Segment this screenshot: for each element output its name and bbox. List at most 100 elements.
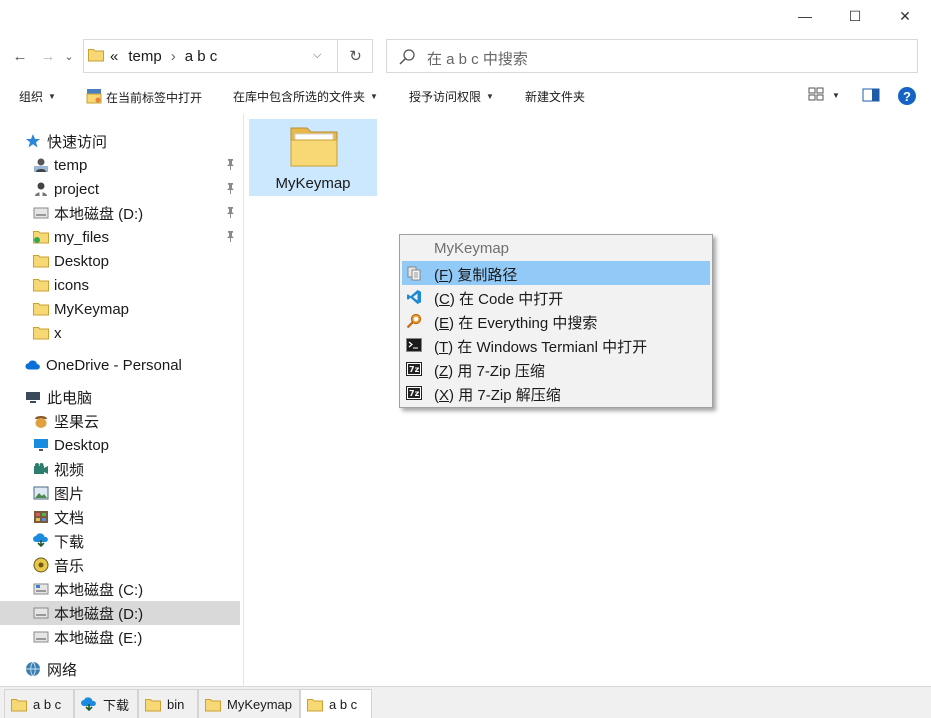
- sidebar-item-label: 本地磁盘 (D:): [54, 205, 144, 223]
- new-folder-button[interactable]: 新建文件夹: [525, 88, 585, 105]
- 7zip-icon: 7z: [405, 360, 423, 378]
- sidebar-item-mykeymap[interactable]: MyKeymap: [0, 297, 240, 321]
- sidebar-item-x[interactable]: x: [0, 321, 240, 345]
- drive-icon: [33, 605, 49, 621]
- folder-icon: [33, 325, 49, 341]
- breadcrumb-abc[interactable]: a b c: [185, 48, 218, 65]
- sidebar-item-my-files[interactable]: my_files: [0, 225, 240, 249]
- synced-folder-icon: [33, 229, 49, 245]
- sidebar-item-label: OneDrive - Personal: [46, 356, 182, 374]
- address-bar[interactable]: « temp › a b c ⌵ ↻: [83, 39, 373, 73]
- search-input[interactable]: 在 a b c 中搜索: [386, 39, 918, 73]
- desktop-icon: [33, 437, 49, 453]
- sidebar-item-drive-d-pinned[interactable]: 本地磁盘 (D:): [0, 201, 240, 225]
- video-icon: [33, 461, 49, 477]
- breadcrumb-separator[interactable]: ›: [171, 48, 176, 65]
- include-in-library-button[interactable]: 在库中包含所选的文件夹 ▼: [233, 88, 378, 105]
- computer-icon: [25, 389, 41, 405]
- menu-item-everything-search[interactable]: (E) 在 Everything 中搜索: [402, 309, 710, 333]
- pin-icon: [226, 207, 235, 221]
- organize-button[interactable]: 组织 ▼: [19, 88, 56, 105]
- breadcrumb-overflow[interactable]: «: [110, 48, 118, 65]
- sidebar-item-icons[interactable]: icons: [0, 273, 240, 297]
- refresh-icon: ↻: [349, 48, 362, 65]
- menu-item-7zip-extract[interactable]: 7z (X) 用 7-Zip 解压缩: [402, 381, 710, 405]
- terminal-icon: [405, 336, 423, 354]
- close-button[interactable]: ✕: [882, 0, 928, 32]
- tab-label: a b c: [33, 697, 62, 712]
- maximize-button[interactable]: ☐: [832, 0, 878, 32]
- everything-search-icon: [405, 312, 423, 330]
- user-folder-icon: [33, 181, 49, 197]
- sidebar-item-drive-c[interactable]: 本地磁盘 (C:): [0, 577, 240, 601]
- sidebar-item-downloads[interactable]: 下载: [0, 529, 240, 553]
- picture-icon: [33, 485, 49, 501]
- menu-item-label: (Z) 用 7-Zip 压缩: [434, 363, 545, 380]
- sidebar-item-label: 此电脑: [47, 389, 93, 407]
- back-button[interactable]: ←: [10, 44, 30, 68]
- sidebar-item-pictures[interactable]: 图片: [0, 481, 240, 505]
- grant-access-button[interactable]: 授予访问权限 ▼: [409, 88, 494, 105]
- sidebar-item-jianguoyun[interactable]: 坚果云: [0, 409, 240, 433]
- sidebar-item-videos[interactable]: 视频: [0, 457, 240, 481]
- sidebar-item-drive-e[interactable]: 本地磁盘 (E:): [0, 625, 240, 649]
- menu-item-label: (F) 复制路径: [434, 267, 518, 284]
- help-icon: ?: [898, 87, 916, 105]
- tab-bin[interactable]: bin: [138, 689, 198, 718]
- sidebar-item-this-pc[interactable]: 此电脑: [0, 385, 240, 409]
- folder-item-mykeymap[interactable]: MyKeymap: [249, 119, 377, 196]
- sidebar-item-label: 图片: [54, 485, 85, 503]
- address-dropdown-icon[interactable]: ⌵: [313, 49, 321, 62]
- navigation-pane[interactable]: 快速访问 temp project 本地磁盘 (D:) my_files Des…: [0, 114, 244, 686]
- sidebar-item-desktop[interactable]: Desktop: [0, 433, 240, 457]
- sidebar-label: 快速访问: [47, 133, 108, 151]
- folder-name: MyKeymap: [275, 175, 351, 192]
- minimize-button[interactable]: —: [782, 0, 828, 32]
- sidebar-item-drive-d[interactable]: 本地磁盘 (D:): [0, 601, 240, 625]
- refresh-button[interactable]: ↻: [337, 40, 373, 72]
- document-icon: [33, 509, 49, 525]
- pin-icon: [226, 159, 235, 173]
- download-icon: [81, 696, 97, 713]
- sidebar-item-label: 下载: [54, 533, 85, 551]
- search-placeholder: 在 a b c 中搜索: [427, 51, 528, 68]
- sidebar-item-music[interactable]: 音乐: [0, 553, 240, 577]
- preview-pane-button[interactable]: [862, 88, 880, 105]
- sidebar-item-desktop-quick[interactable]: Desktop: [0, 249, 240, 273]
- drive-icon: [33, 205, 49, 221]
- folder-icon: [33, 277, 49, 293]
- maximize-icon: ☐: [848, 7, 862, 24]
- view-grid-icon: [808, 87, 824, 104]
- caret-down-icon: ▼: [832, 91, 840, 100]
- open-in-tab-button[interactable]: 在当前标签中打开: [86, 88, 202, 107]
- menu-item-7zip-compress[interactable]: 7z (Z) 用 7-Zip 压缩: [402, 357, 710, 381]
- caret-down-icon: ▼: [486, 92, 494, 101]
- tab-mykeymap[interactable]: MyKeymap: [198, 689, 300, 718]
- menu-item-open-in-terminal[interactable]: (T) 在 Windows Termianl 中打开: [402, 333, 710, 357]
- context-menu: MyKeymap (F) 复制路径 (C) 在 Code 中打开 (E) 在 E…: [399, 234, 713, 408]
- view-options-button[interactable]: ▼: [808, 87, 840, 104]
- 7zip-icon: 7z: [405, 384, 423, 402]
- recent-locations-button[interactable]: ⌄: [62, 44, 76, 68]
- folder-icon: [145, 697, 161, 713]
- sidebar-item-network[interactable]: 网络: [0, 657, 240, 681]
- network-globe-icon: [25, 661, 41, 677]
- sidebar-item-temp[interactable]: temp: [0, 153, 240, 177]
- sidebar-item-onedrive[interactable]: OneDrive - Personal: [0, 353, 240, 377]
- organize-label: 组织: [19, 90, 44, 104]
- tab-abc-1[interactable]: a b c: [4, 689, 74, 718]
- tab-downloads[interactable]: 下载: [74, 689, 138, 718]
- breadcrumb-temp[interactable]: temp: [128, 48, 161, 65]
- menu-item-copy-path[interactable]: (F) 复制路径: [402, 261, 710, 285]
- sidebar-item-label: 音乐: [54, 557, 85, 575]
- tab-abc-active[interactable]: a b c: [300, 689, 372, 718]
- menu-item-open-in-code[interactable]: (C) 在 Code 中打开: [402, 285, 710, 309]
- sidebar-item-project[interactable]: project: [0, 177, 240, 201]
- help-button[interactable]: ?: [898, 87, 916, 105]
- folder-icon: [307, 697, 323, 713]
- menu-item-label: (X) 用 7-Zip 解压缩: [434, 387, 561, 404]
- forward-button[interactable]: →: [38, 44, 58, 68]
- menu-item-label: (E) 在 Everything 中搜索: [434, 315, 598, 332]
- sidebar-item-documents[interactable]: 文档: [0, 505, 240, 529]
- sidebar-quick-access[interactable]: 快速访问: [0, 129, 240, 153]
